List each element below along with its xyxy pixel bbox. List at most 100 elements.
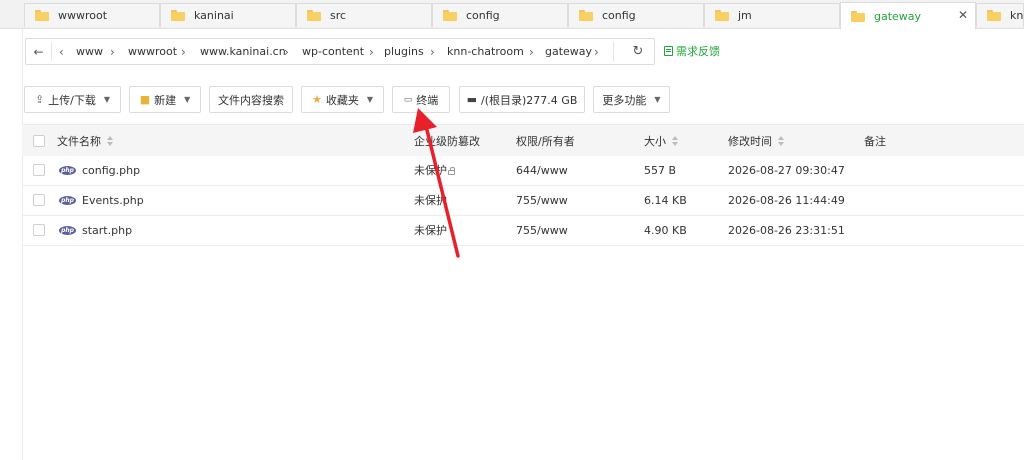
- chevron-left-icon[interactable]: ‹: [59, 39, 64, 64]
- tamper-status[interactable]: 未保护: [414, 215, 447, 245]
- folder-icon: [715, 10, 729, 21]
- chevron-down-icon: ▼: [184, 95, 191, 104]
- favorites-button[interactable]: ★ 收藏夹 ▼: [301, 86, 384, 113]
- upload-download-button[interactable]: ⇪ 上传/下载 ▼: [24, 86, 121, 113]
- header-permission: 权限/所有者: [516, 134, 575, 148]
- tab-src[interactable]: src: [296, 3, 432, 27]
- chevron-right-icon: ›: [430, 44, 435, 59]
- breadcrumb-wp-content[interactable]: wp-content: [302, 39, 364, 64]
- table-row[interactable]: php config.php 未保护 644/www 557 B 2026-08…: [22, 155, 1024, 186]
- request-feedback-label: 需求反馈: [676, 45, 720, 58]
- refresh-icon[interactable]: ↻: [626, 39, 650, 64]
- back-arrow-icon[interactable]: ←: [26, 39, 51, 64]
- tab-bar: wwwroot kaninai src config config jm gat…: [0, 0, 1024, 29]
- tab-config-1[interactable]: config: [432, 3, 568, 27]
- upload-icon: ⇪: [34, 93, 45, 106]
- breadcrumb-plugins[interactable]: plugins: [384, 39, 424, 64]
- tab-label: src: [330, 9, 347, 22]
- folder-icon: [851, 10, 865, 22]
- tamper-label: 未保护: [414, 194, 447, 207]
- file-name-cell[interactable]: php start.php: [59, 215, 132, 245]
- tamper-label: 未保护: [414, 164, 447, 177]
- disk-button[interactable]: ▬ /(根目录)277.4 GB: [459, 86, 585, 113]
- row-checkbox[interactable]: [33, 155, 45, 185]
- tamper-status[interactable]: 未保护: [414, 185, 447, 215]
- size-cell: 557 B: [644, 163, 677, 177]
- tamper-status[interactable]: 未保护: [414, 155, 455, 185]
- header-size[interactable]: 大小: [644, 125, 679, 156]
- tab-config-2[interactable]: config: [568, 3, 704, 27]
- more-functions-button[interactable]: 更多功能 ▼: [593, 86, 670, 113]
- breadcrumb-domain[interactable]: www.kaninai.cn: [200, 39, 286, 64]
- permission-cell[interactable]: 755/www: [516, 215, 568, 245]
- address-bar: ← ‹ www › wwwroot › www.kaninai.cn › wp-…: [25, 38, 655, 65]
- tab-knn[interactable]: knn-: [976, 3, 1024, 27]
- chevron-right-icon: ›: [369, 44, 374, 59]
- star-icon: ★: [311, 93, 322, 106]
- header-size-label: 大小: [644, 134, 666, 148]
- header-name-label: 文件名称: [57, 134, 101, 148]
- breadcrumb-wwwroot[interactable]: wwwroot: [128, 39, 177, 64]
- disk-icon: ▬: [466, 93, 478, 106]
- terminal-label: 终端: [416, 93, 439, 107]
- new-label: 新建: [154, 93, 177, 107]
- content-search-button[interactable]: 文件内容搜索: [209, 86, 293, 113]
- chevron-down-icon: ▼: [366, 95, 374, 104]
- tab-jm[interactable]: jm: [704, 3, 840, 27]
- breadcrumb-knn-chatroom[interactable]: knn-chatroom: [447, 39, 524, 64]
- sort-icon: [107, 135, 114, 146]
- php-file-icon: php: [59, 225, 76, 235]
- header-name[interactable]: 文件名称: [57, 125, 114, 156]
- tab-gateway[interactable]: gateway ✕: [840, 2, 976, 29]
- folder-icon: [171, 10, 185, 21]
- permission-cell[interactable]: 644/www: [516, 155, 568, 185]
- divider: [613, 42, 614, 61]
- request-feedback-link[interactable]: 需求反馈: [664, 43, 720, 59]
- sort-icon: [778, 135, 785, 146]
- size-cell: 6.14 KB: [644, 193, 687, 207]
- row-checkbox[interactable]: [33, 185, 45, 215]
- folder-icon: [443, 10, 457, 21]
- modified-cell: 2026-08-27 09:30:47: [728, 163, 845, 177]
- select-all-checkbox[interactable]: [33, 125, 45, 156]
- content-search-label: 文件内容搜索: [218, 93, 284, 107]
- table-row[interactable]: php start.php 未保护 755/www 4.90 KB 2026-0…: [22, 215, 1024, 246]
- file-name: config.php: [82, 163, 141, 177]
- tab-kaninai[interactable]: kaninai: [160, 3, 296, 27]
- chevron-right-icon: ›: [110, 44, 115, 59]
- lock-icon: [448, 166, 455, 175]
- table-header: 文件名称 企业级防篡改 权限/所有者 大小 修改时间 备注: [22, 124, 1024, 156]
- header-modified[interactable]: 修改时间: [728, 125, 785, 156]
- tab-label: gateway: [874, 9, 922, 23]
- sort-icon: [672, 135, 679, 146]
- tab-label: jm: [738, 9, 752, 22]
- breadcrumb-gateway[interactable]: gateway: [545, 39, 592, 64]
- tab-label: kaninai: [194, 9, 234, 22]
- file-name-cell[interactable]: php Events.php: [59, 185, 144, 215]
- tab-label: config: [466, 9, 500, 22]
- folder-icon: [579, 10, 593, 21]
- tab-wwwroot[interactable]: wwwroot: [24, 3, 160, 27]
- divider: [51, 42, 52, 61]
- table-row[interactable]: php Events.php 未保护 755/www 6.14 KB 2026-…: [22, 185, 1024, 216]
- terminal-icon: ▭: [403, 94, 413, 105]
- close-icon[interactable]: ✕: [958, 8, 968, 22]
- tab-label: knn-: [1010, 9, 1024, 22]
- header-modified-label: 修改时间: [728, 134, 772, 148]
- terminal-button[interactable]: ▭ 终端: [392, 86, 450, 113]
- more-functions-label: 更多功能: [602, 93, 647, 107]
- upload-download-label: 上传/下载: [48, 93, 96, 107]
- tab-label: config: [602, 9, 636, 22]
- chevron-down-icon: ▼: [654, 95, 661, 104]
- favorites-label: 收藏夹: [325, 93, 359, 107]
- php-file-icon: php: [59, 195, 76, 205]
- tamper-label: 未保护: [414, 224, 447, 237]
- file-name-cell[interactable]: php config.php: [59, 155, 140, 185]
- header-tamper: 企业级防篡改: [414, 134, 480, 148]
- permission-cell[interactable]: 755/www: [516, 185, 568, 215]
- feedback-icon: [664, 46, 673, 56]
- folder-icon: [987, 10, 1001, 21]
- breadcrumb-www[interactable]: www: [76, 39, 103, 64]
- new-button[interactable]: ■ 新建 ▼: [129, 86, 201, 113]
- row-checkbox[interactable]: [33, 215, 45, 245]
